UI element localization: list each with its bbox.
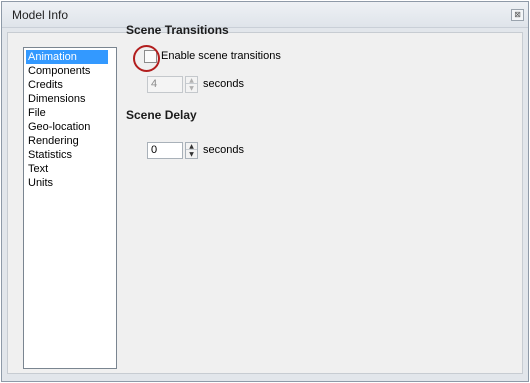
category-item-rendering[interactable]: Rendering: [24, 134, 116, 148]
scene-delay-heading: Scene Delay: [126, 108, 197, 122]
category-item-text[interactable]: Text: [24, 162, 116, 176]
category-item-file[interactable]: File: [24, 106, 116, 120]
window-title: Model Info: [12, 8, 69, 22]
scene-transitions-heading: Scene Transitions: [126, 23, 229, 37]
enable-transitions-checkbox[interactable]: [144, 50, 157, 63]
transition-duration-field: 4: [147, 76, 183, 93]
category-item-statistics[interactable]: Statistics: [24, 148, 116, 162]
transition-duration-unit: seconds: [203, 78, 244, 90]
chevron-up-icon: ▲: [186, 77, 197, 84]
category-item-components[interactable]: Components: [24, 64, 116, 78]
chevron-down-icon[interactable]: ▼: [186, 151, 197, 158]
category-item-dimensions[interactable]: Dimensions: [24, 92, 116, 106]
chevron-down-icon: ▼: [189, 85, 194, 92]
chevron-up-icon[interactable]: ▲: [186, 143, 197, 150]
close-button[interactable]: ⊠: [511, 9, 524, 21]
content-panel: Animation Components Credits Dimensions …: [7, 32, 523, 374]
enable-transitions-label[interactable]: Enable scene transitions: [161, 50, 281, 62]
category-item-units[interactable]: Units: [24, 176, 116, 190]
category-item-credits[interactable]: Credits: [24, 78, 116, 92]
title-bar: Model Info ⊠: [2, 2, 528, 28]
scene-delay-arrows[interactable]: ▲ ▼: [185, 142, 198, 159]
category-item-animation[interactable]: Animation: [26, 50, 108, 64]
scene-delay-field[interactable]: 0: [147, 142, 183, 159]
model-info-window: Model Info ⊠ Animation Components Credit…: [1, 1, 529, 382]
category-item-geo-location[interactable]: Geo-location: [24, 120, 116, 134]
category-list[interactable]: Animation Components Credits Dimensions …: [23, 47, 117, 369]
scene-delay-unit: seconds: [203, 144, 244, 156]
close-icon: ⊠: [514, 10, 521, 19]
transition-duration-arrows: ▲ ▼: [185, 76, 198, 93]
